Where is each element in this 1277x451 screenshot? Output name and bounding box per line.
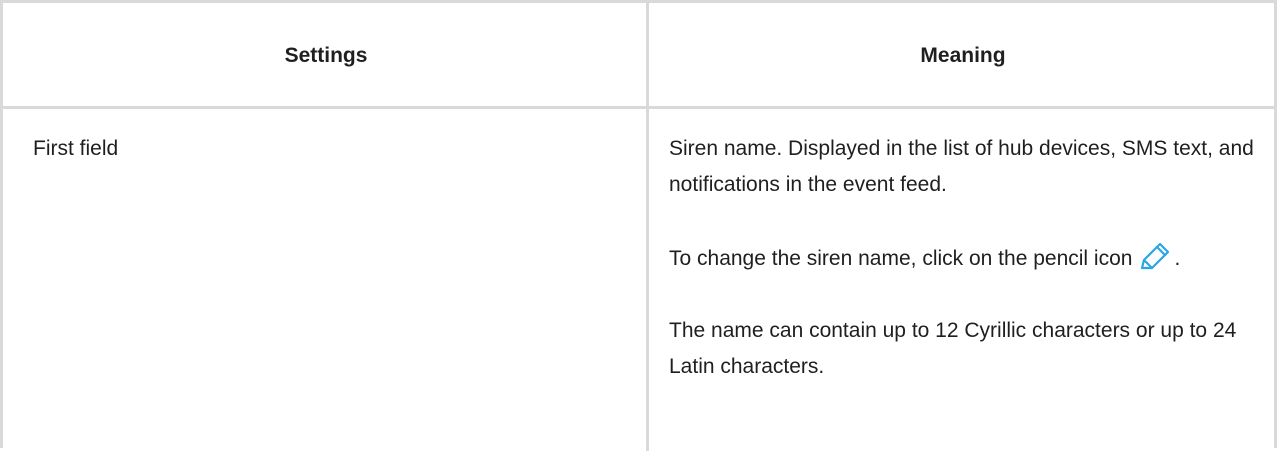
settings-table: Settings Meaning First field Siren name.… [0, 0, 1277, 451]
setting-name: First field [33, 137, 119, 160]
meaning-paragraph-1: Siren name. Displayed in the list of hub… [669, 137, 1254, 196]
meaning-paragraph-2-text: To change the siren name, click on the p… [669, 247, 1133, 270]
pencil-icon [1138, 239, 1174, 271]
meaning-cell: Siren name. Displayed in the list of hub… [669, 109, 1259, 385]
meaning-paragraph-3: The name can contain up to 12 Cyrillic c… [669, 319, 1237, 378]
meaning-paragraph-2-period: . [1174, 247, 1181, 270]
settings-column-header: Settings [284, 44, 368, 67]
meaning-column-header: Meaning [920, 44, 1006, 67]
meaning-paragraph-2: To change the siren name, click on the p… [669, 239, 1259, 277]
setting-name-cell: First field [33, 109, 623, 167]
